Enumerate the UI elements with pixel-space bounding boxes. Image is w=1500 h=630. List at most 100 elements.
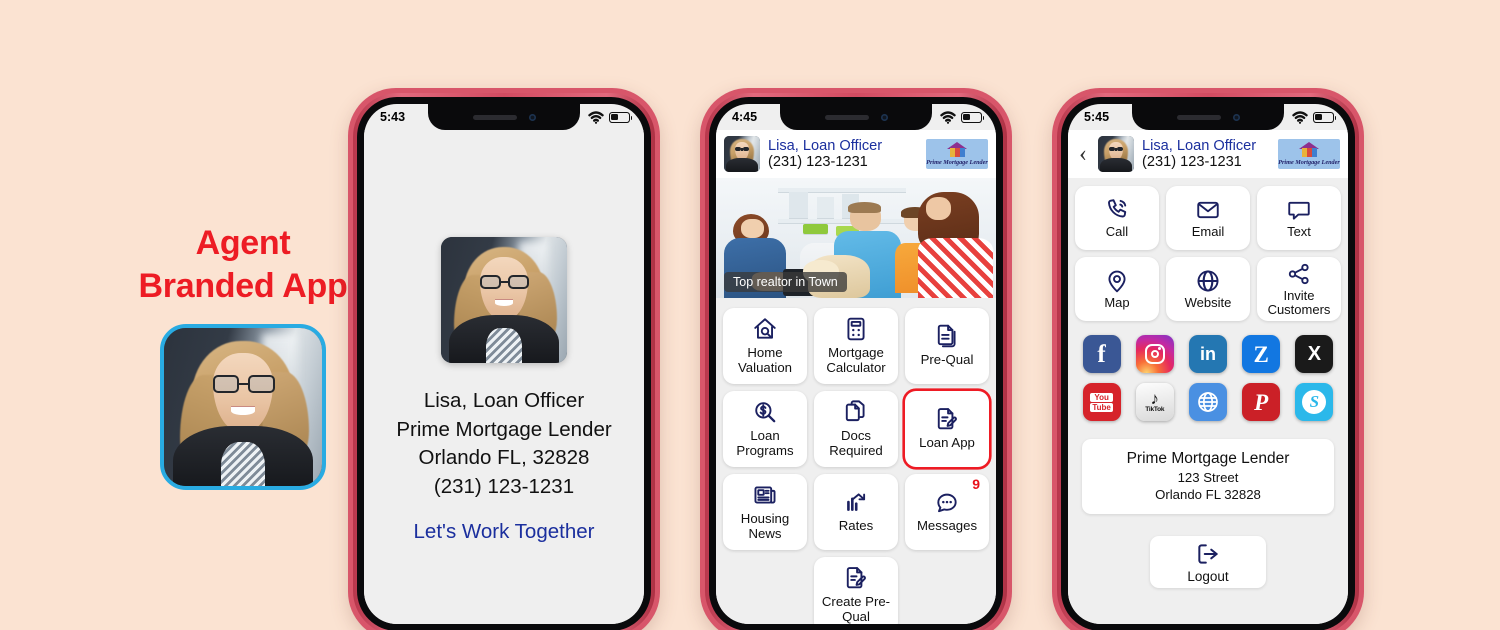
logout-icon bbox=[1195, 541, 1221, 567]
tile-messages[interactable]: 9 Messages bbox=[905, 474, 989, 550]
tile-label: Messages bbox=[916, 518, 978, 534]
phone-contact-screen: 5:45 ‹ Lisa, Loan Officer (231) 123-1231… bbox=[1052, 88, 1364, 630]
profile-phone: (231) 123-1231 bbox=[433, 474, 575, 498]
globe-icon bbox=[1195, 268, 1221, 294]
company-logo[interactable]: Prime Mortgage Lender bbox=[1278, 139, 1340, 169]
logo-text: Prime Mortgage Lender bbox=[1278, 158, 1340, 166]
profile-city: Orlando FL, 32828 bbox=[418, 446, 590, 469]
document-edit-icon bbox=[934, 406, 960, 432]
logout-button[interactable]: Logout bbox=[1150, 536, 1266, 588]
tile-home-valuation[interactable]: Home Valuation bbox=[723, 308, 807, 384]
action-map[interactable]: Map bbox=[1075, 257, 1159, 321]
tile-label: Mortgage Calculator bbox=[826, 344, 886, 376]
action-label: Email bbox=[1191, 223, 1225, 239]
company-logo[interactable]: Prime Mortgage Lender bbox=[926, 139, 988, 169]
website-globe-icon[interactable] bbox=[1188, 383, 1227, 421]
promo-agent-photo bbox=[160, 324, 326, 490]
instagram-icon[interactable] bbox=[1135, 335, 1174, 373]
profile-name: Lisa, Loan Officer bbox=[423, 389, 585, 412]
screenshot-stage: Agent Branded App 5:43 Lisa, Loan Office… bbox=[0, 0, 1500, 630]
app-header-phone2: Lisa, Loan Officer (231) 123-1231 Prime … bbox=[716, 130, 996, 178]
address-street: 123 Street bbox=[1177, 470, 1239, 485]
action-text[interactable]: Text bbox=[1257, 186, 1341, 250]
action-label: Text bbox=[1287, 223, 1311, 239]
wifi-icon bbox=[940, 111, 956, 124]
status-time: 5:45 bbox=[1084, 110, 1110, 124]
status-bar-phone3: 5:45 bbox=[1068, 104, 1348, 130]
youtube-icon[interactable]: You Tube bbox=[1082, 383, 1121, 421]
phone-profile-screen: 5:43 Lisa, Loan Officer Prime Mortgage L… bbox=[348, 88, 660, 630]
message-square-icon bbox=[1286, 197, 1312, 223]
tiktok-icon[interactable]: ♪ TikTok bbox=[1135, 383, 1174, 421]
dollar-search-icon bbox=[752, 399, 778, 425]
tile-label: Pre-Qual bbox=[920, 352, 974, 368]
hero-caption: Top realtor in Town bbox=[724, 272, 847, 292]
tile-pre-qual[interactable]: Pre-Qual bbox=[905, 308, 989, 384]
header-avatar[interactable] bbox=[724, 136, 760, 172]
tile-label: Loan App bbox=[919, 435, 975, 451]
profile-company: Prime Mortgage Lender bbox=[396, 417, 612, 441]
feature-tile-grid: Home Valuation Mortgage Calculator Pre-Qua… bbox=[716, 302, 996, 624]
share-nodes-icon bbox=[1286, 261, 1312, 287]
tile-label: Create Pre-Qual bbox=[821, 593, 891, 625]
facebook-icon[interactable]: f bbox=[1082, 335, 1121, 373]
battery-icon bbox=[1313, 111, 1337, 123]
tile-mortgage-calculator[interactable]: Mortgage Calculator bbox=[814, 308, 898, 384]
address-citystate: Orlando FL 32828 bbox=[1155, 487, 1261, 502]
tile-loan-programs[interactable]: Loan Programs bbox=[723, 391, 807, 467]
hero-banner[interactable]: Top realtor in Town bbox=[716, 178, 996, 298]
unread-badge: 9 bbox=[972, 476, 980, 492]
address-company: Prime Mortgage Lender bbox=[1126, 450, 1290, 467]
house-icon bbox=[1299, 142, 1319, 158]
tile-create-pre-qual[interactable]: Create Pre-Qual bbox=[814, 557, 898, 624]
action-call[interactable]: Call bbox=[1075, 186, 1159, 250]
header-agent-name: Lisa, Loan Officer bbox=[1142, 137, 1257, 154]
status-time: 5:43 bbox=[380, 110, 406, 124]
logout-label: Logout bbox=[1187, 568, 1229, 584]
social-icon-grid: f in Z X You Tube ♪ TikTok P S bbox=[1075, 335, 1341, 421]
status-time: 4:45 bbox=[732, 110, 758, 124]
phone-call-icon bbox=[1104, 197, 1130, 223]
lets-work-together-link[interactable]: Let's Work Together bbox=[414, 520, 595, 544]
tile-label: Loan Programs bbox=[736, 427, 794, 459]
document-copy-icon bbox=[934, 323, 960, 349]
promo-headline-line2: Branded App bbox=[138, 267, 348, 305]
house-icon bbox=[947, 142, 967, 158]
zillow-icon[interactable]: Z bbox=[1242, 335, 1281, 373]
tile-housing-news[interactable]: Housing News bbox=[723, 474, 807, 550]
back-chevron-icon[interactable]: ‹ bbox=[1076, 142, 1090, 166]
tile-label: Housing News bbox=[740, 510, 790, 542]
action-label: Map bbox=[1104, 294, 1130, 310]
address-card: Prime Mortgage Lender 123 Street Orlando… bbox=[1082, 439, 1334, 514]
action-invite-customers[interactable]: Invite Customers bbox=[1257, 257, 1341, 321]
profile-body: Lisa, Loan Officer Prime Mortgage Lender… bbox=[364, 130, 644, 624]
tile-label: Docs Required bbox=[829, 427, 883, 459]
action-button-grid: Call Email Text Map Website Invite Customers bbox=[1075, 186, 1341, 321]
linkedin-icon[interactable]: in bbox=[1188, 335, 1227, 373]
header-avatar[interactable] bbox=[1098, 136, 1134, 172]
status-bar-phone1: 5:43 bbox=[364, 104, 644, 130]
tile-loan-app[interactable]: Loan App bbox=[905, 391, 989, 467]
tile-docs-required[interactable]: Docs Required bbox=[814, 391, 898, 467]
app-header-phone3: ‹ Lisa, Loan Officer (231) 123-1231 Prim… bbox=[1068, 130, 1348, 178]
battery-icon bbox=[609, 111, 633, 123]
action-label: Call bbox=[1105, 223, 1129, 239]
tile-label: Rates bbox=[838, 518, 874, 534]
skype-icon[interactable]: S bbox=[1295, 383, 1334, 421]
pinterest-icon[interactable]: P bbox=[1242, 383, 1281, 421]
phone-dashboard-screen: 4:45 Lisa, Loan Officer (231) 123-1231 P… bbox=[700, 88, 1012, 630]
x-twitter-icon[interactable]: X bbox=[1295, 335, 1334, 373]
header-agent-phone: (231) 123-1231 bbox=[768, 154, 868, 170]
map-pin-icon bbox=[1104, 268, 1130, 294]
calculator-icon bbox=[843, 316, 869, 342]
header-agent-phone: (231) 123-1231 bbox=[1142, 154, 1242, 170]
contact-body: Call Email Text Map Website Invite Customers … bbox=[1068, 178, 1348, 624]
documents-icon bbox=[843, 399, 869, 425]
tile-rates[interactable]: Rates bbox=[814, 474, 898, 550]
profile-photo bbox=[441, 237, 567, 363]
action-label: Website bbox=[1184, 294, 1232, 310]
newspaper-icon bbox=[752, 482, 778, 508]
action-website[interactable]: Website bbox=[1166, 257, 1250, 321]
logo-text: Prime Mortgage Lender bbox=[926, 158, 988, 166]
action-email[interactable]: Email bbox=[1166, 186, 1250, 250]
